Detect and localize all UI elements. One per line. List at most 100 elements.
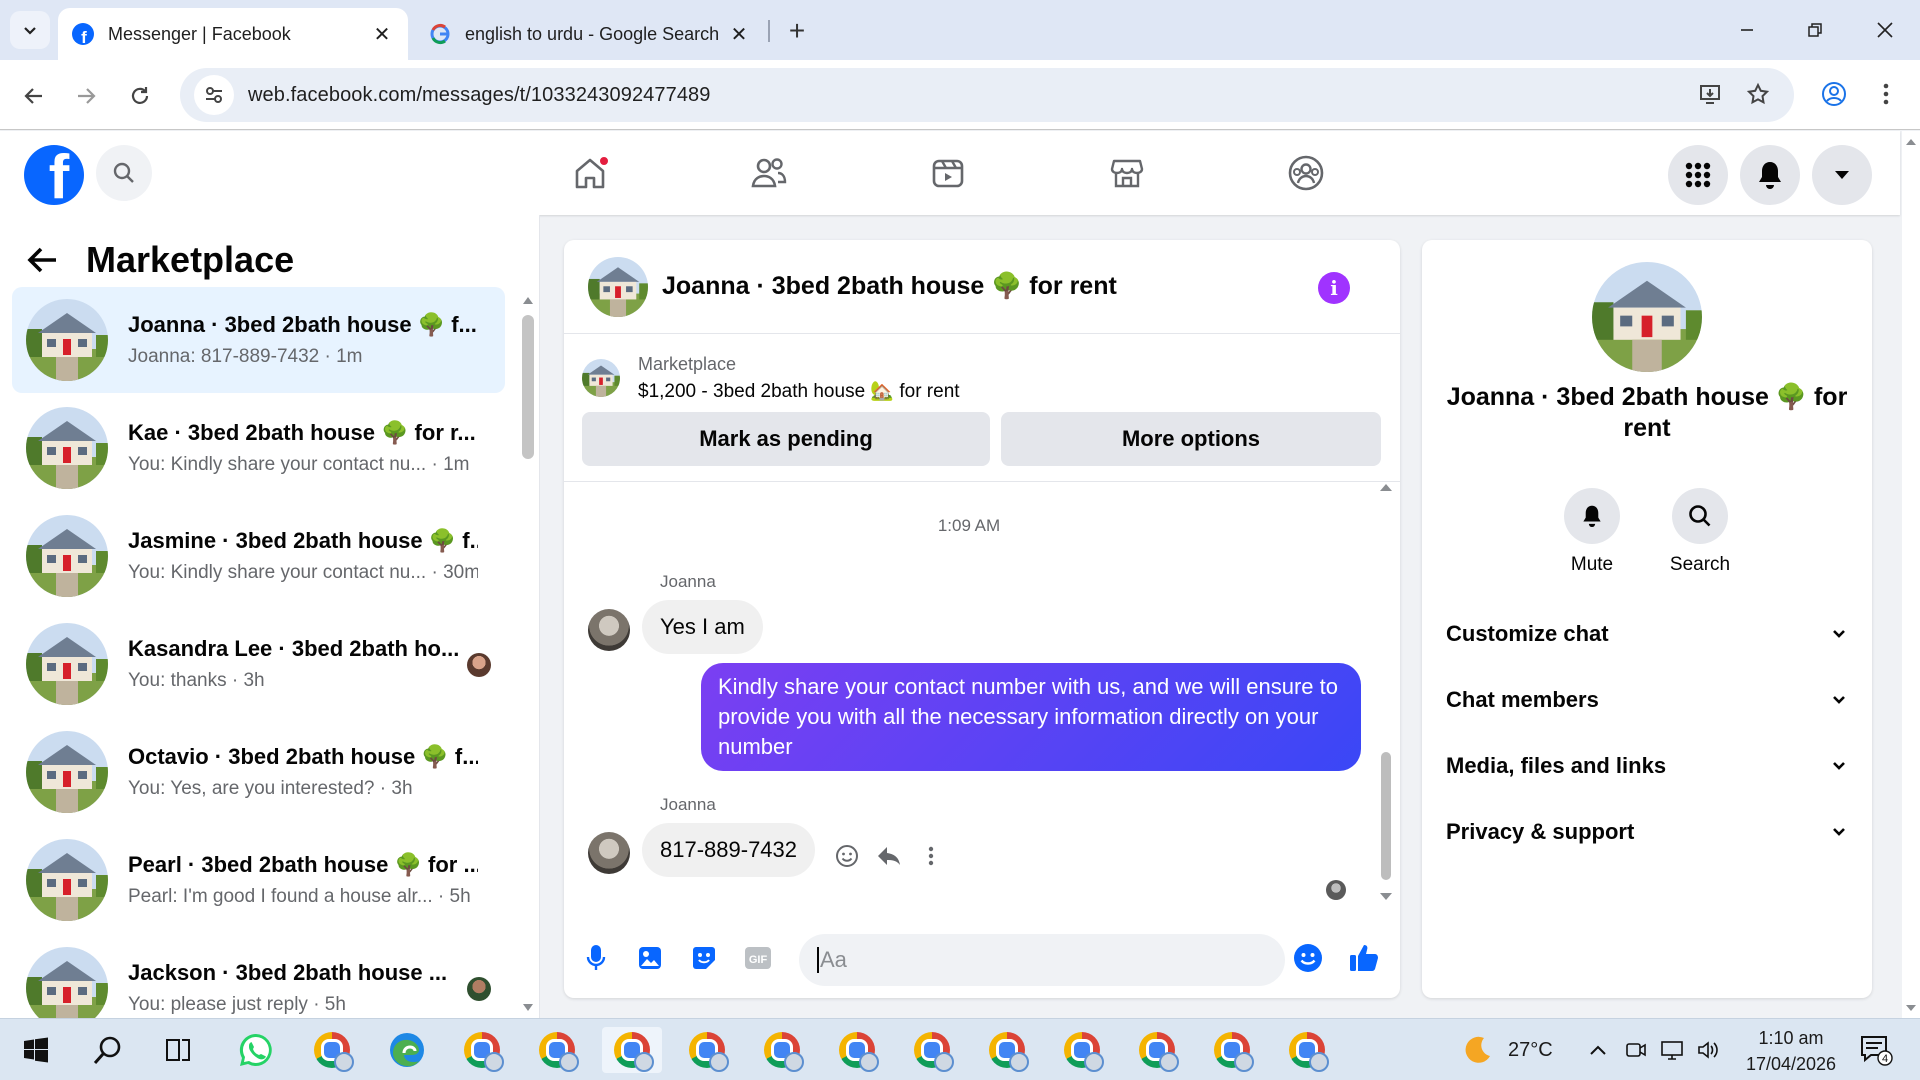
profile-icon[interactable] — [1814, 74, 1854, 114]
conversation-scrollbar[interactable] — [522, 295, 534, 1011]
restore-button[interactable] — [1792, 10, 1838, 50]
scroll-down-icon[interactable] — [1902, 1003, 1920, 1013]
chrome-app[interactable] — [677, 1027, 737, 1073]
emoji-icon[interactable] — [1286, 936, 1330, 980]
chrome-app[interactable] — [977, 1027, 1037, 1073]
task-view-button[interactable] — [148, 1027, 208, 1073]
chrome-app[interactable] — [302, 1027, 362, 1073]
chrome-app[interactable] — [1052, 1027, 1112, 1073]
chrome-app[interactable] — [527, 1027, 587, 1073]
browser-menu-icon[interactable] — [1866, 74, 1906, 114]
back-arrow-icon[interactable] — [26, 245, 58, 275]
chrome-app[interactable] — [752, 1027, 812, 1073]
react-emoji-icon[interactable] — [826, 836, 868, 876]
scroll-down-icon[interactable] — [1379, 892, 1393, 902]
outgoing-message[interactable]: Kindly share your contact number with us… — [701, 663, 1361, 771]
chrome-app[interactable] — [1202, 1027, 1262, 1073]
reload-button[interactable] — [120, 76, 160, 116]
nav-marketplace[interactable] — [1087, 145, 1167, 201]
conversation-item[interactable]: Joanna · 3bed 2bath house 🌳 f... Joanna: … — [12, 287, 505, 393]
section-chat-members[interactable]: Chat members — [1446, 675, 1846, 725]
chrome-app-active[interactable] — [602, 1027, 662, 1073]
info-icon[interactable]: i — [1318, 272, 1350, 304]
scrollbar-thumb[interactable] — [522, 315, 534, 459]
conversation-item[interactable]: Jasmine · 3bed 2bath house 🌳 f... You: Ki… — [12, 503, 505, 609]
taskbar-search-button[interactable] — [78, 1027, 138, 1073]
nav-video[interactable] — [908, 145, 988, 201]
section-privacy-support[interactable]: Privacy & support — [1446, 807, 1846, 857]
bookmark-star-icon[interactable] — [1738, 74, 1778, 114]
edge-app[interactable] — [377, 1027, 437, 1073]
photo-icon[interactable] — [628, 936, 672, 980]
close-icon[interactable]: ✕ — [727, 22, 751, 46]
conversation-item[interactable]: Jackson · 3bed 2bath house ... You: pleas… — [12, 935, 505, 1018]
scroll-up-icon[interactable] — [522, 295, 534, 305]
conversation-item[interactable]: Octavio · 3bed 2bath house 🌳 f... You: Ye… — [12, 719, 505, 825]
thumbs-up-icon[interactable] — [1342, 936, 1386, 980]
listing-summary[interactable]: Marketplace $1,200 - 3bed 2bath house 🏡 … — [582, 348, 1382, 408]
chrome-icon — [914, 1032, 954, 1072]
close-window-button[interactable] — [1862, 10, 1908, 50]
conversation-item[interactable]: Kasandra Lee · 3bed 2bath ho... You: than… — [12, 611, 505, 717]
incoming-message[interactable]: Yes I am — [642, 600, 763, 654]
tab-search-button[interactable] — [10, 11, 50, 49]
forward-button[interactable] — [66, 76, 106, 116]
chrome-app[interactable] — [902, 1027, 962, 1073]
mark-as-pending-button[interactable]: Mark as pending — [582, 412, 990, 466]
mute-button[interactable]: Mute — [1547, 488, 1637, 576]
install-app-icon[interactable] — [1690, 74, 1730, 114]
search-in-chat-button[interactable]: Search — [1655, 488, 1745, 576]
sticker-icon[interactable] — [682, 936, 726, 980]
gif-icon[interactable]: GIF — [736, 936, 780, 980]
scroll-up-icon[interactable] — [1902, 137, 1920, 147]
meet-now-icon[interactable] — [1616, 1027, 1656, 1073]
scrollbar-thumb[interactable] — [1381, 752, 1391, 880]
start-button[interactable] — [6, 1027, 66, 1073]
avatar[interactable] — [588, 832, 630, 874]
avatar[interactable] — [588, 609, 630, 651]
chrome-app[interactable] — [452, 1027, 512, 1073]
avatar[interactable] — [588, 257, 648, 317]
tab-messenger[interactable]: f Messenger | Facebook ✕ — [58, 8, 408, 60]
conversation-item[interactable]: Pearl · 3bed 2bath house 🌳 for ... Pearl:… — [12, 827, 505, 933]
account-button[interactable] — [1812, 145, 1872, 205]
notification-center-button[interactable]: 4 — [1848, 1027, 1904, 1073]
new-tab-button[interactable]: + — [780, 14, 814, 48]
more-options-button[interactable]: More options — [1001, 412, 1381, 466]
menu-button[interactable] — [1668, 145, 1728, 205]
volume-icon[interactable] — [1688, 1027, 1728, 1073]
page-scrollbar[interactable] — [1902, 131, 1920, 1018]
nav-home[interactable] — [550, 145, 630, 201]
notifications-button[interactable] — [1740, 145, 1800, 205]
scroll-up-icon[interactable] — [1379, 482, 1393, 492]
search-button[interactable] — [96, 145, 152, 201]
tab-google-search[interactable]: english to urdu - Google Search ✕ — [415, 8, 765, 60]
reply-icon[interactable] — [868, 836, 910, 876]
message-input[interactable]: Aa — [799, 934, 1285, 986]
chrome-app[interactable] — [1277, 1027, 1337, 1073]
site-info-icon[interactable] — [194, 75, 234, 115]
nav-groups[interactable] — [1266, 145, 1346, 201]
microphone-icon[interactable] — [574, 936, 618, 980]
chat-scrollbar[interactable] — [1379, 482, 1393, 922]
close-icon[interactable]: ✕ — [370, 22, 394, 46]
section-media-files-links[interactable]: Media, files and links — [1446, 741, 1846, 791]
scroll-down-icon[interactable] — [522, 1003, 534, 1013]
chrome-app[interactable] — [827, 1027, 887, 1073]
more-vertical-icon[interactable] — [910, 836, 952, 876]
whatsapp-app[interactable] — [226, 1027, 286, 1073]
back-button[interactable] — [14, 76, 54, 116]
chat-title[interactable]: Joanna · 3bed 2bath house 🌳 for rent — [662, 272, 1117, 301]
weather-widget[interactable] — [1448, 1027, 1508, 1073]
conversation-item[interactable]: Kae · 3bed 2bath house 🌳 for r... You: Ki… — [12, 395, 505, 501]
incoming-message[interactable]: 817-889-7432 — [642, 823, 816, 877]
section-customize-chat[interactable]: Customize chat — [1446, 609, 1846, 659]
network-icon[interactable] — [1652, 1027, 1692, 1073]
avatar[interactable] — [1592, 262, 1702, 372]
facebook-logo-icon[interactable]: f — [24, 145, 84, 205]
chrome-app[interactable] — [1127, 1027, 1187, 1073]
system-clock[interactable]: 1:10 am 17/04/2026 — [1736, 1025, 1846, 1077]
minimize-button[interactable] — [1724, 10, 1770, 50]
nav-friends[interactable] — [729, 145, 809, 201]
address-bar[interactable]: web.facebook.com/messages/t/103324309247… — [180, 68, 1794, 122]
